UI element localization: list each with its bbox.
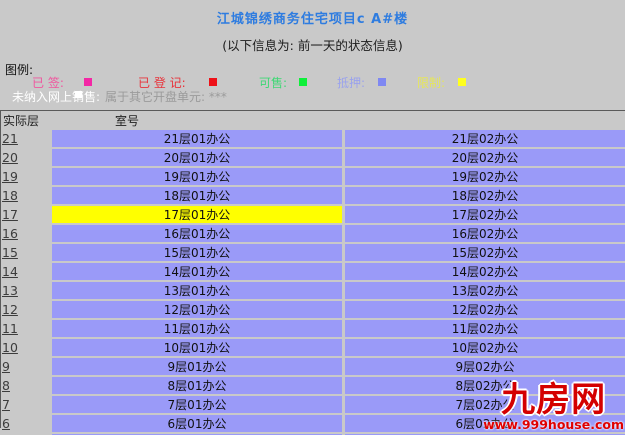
- table-row: 10 10层01办公10层02办公: [0, 337, 625, 356]
- table-top-border: [0, 110, 625, 111]
- floor-link[interactable]: 12: [2, 302, 18, 317]
- unit-cell[interactable]: 6层01办公: [52, 415, 342, 432]
- unit-cell[interactable]: 21层01办公: [52, 130, 342, 147]
- unit-cell[interactable]: 20层02办公: [345, 149, 625, 166]
- table-row: 19 19层01办公19层02办公: [0, 166, 625, 185]
- unit-cell[interactable]: 10层01办公: [52, 339, 342, 356]
- unit-cell[interactable]: 13层01办公: [52, 282, 342, 299]
- floor-cell: 8: [0, 377, 52, 394]
- table-row: 15 15层01办公15层02办公: [0, 242, 625, 261]
- unit-cell[interactable]: 18层01办公: [52, 187, 342, 204]
- unit-cell[interactable]: 11层02办公: [345, 320, 625, 337]
- watermark: 九房网 www.999house.com: [483, 384, 624, 432]
- floor-link[interactable]: 6: [2, 416, 10, 431]
- floor-cell: 6: [0, 415, 52, 432]
- unit-cell[interactable]: 15层02办公: [345, 244, 625, 261]
- table-row: 14 14层01办公14层02办公: [0, 261, 625, 280]
- unit-cell[interactable]: 17层01办公: [52, 206, 342, 223]
- floor-cell: 9: [0, 358, 52, 375]
- unit-cell[interactable]: 16层02办公: [345, 225, 625, 242]
- unit-cell[interactable]: 21层02办公: [345, 130, 625, 147]
- legend-label-other-batch: 属于其它开盘单元: ***: [105, 88, 227, 105]
- floor-link[interactable]: 15: [2, 245, 18, 260]
- floor-cell: 16: [0, 225, 52, 242]
- floor-cell: 7: [0, 396, 52, 413]
- legend-swatch-registered: [209, 78, 217, 86]
- table-row: 11 11层01办公11层02办公: [0, 318, 625, 337]
- site-url: www.999house.com: [483, 417, 624, 432]
- unit-cell[interactable]: 8层01办公: [52, 377, 342, 394]
- floor-cell: 15: [0, 244, 52, 261]
- unit-cell[interactable]: 12层01办公: [52, 301, 342, 318]
- legend-label-restricted: 限制:: [417, 74, 445, 91]
- legend-label-for-sale: 可售:: [259, 74, 287, 91]
- floor-link[interactable]: 8: [2, 378, 10, 393]
- unit-cell[interactable]: 20层01办公: [52, 149, 342, 166]
- legend-swatch-not-online: [75, 91, 82, 98]
- floor-cell: 18: [0, 187, 52, 204]
- page-title: 江城锦绣商务住宅项目c A#楼: [0, 8, 625, 27]
- legend-swatch-restricted: [458, 78, 466, 86]
- unit-cell[interactable]: 7层01办公: [52, 396, 342, 413]
- floor-cell: 19: [0, 168, 52, 185]
- floor-link[interactable]: 21: [2, 131, 18, 146]
- unit-cell[interactable]: 12层02办公: [345, 301, 625, 318]
- floor-cell: 14: [0, 263, 52, 280]
- floor-link[interactable]: 13: [2, 283, 18, 298]
- legend-label-not-online: 未纳入网上销售:: [12, 88, 100, 105]
- legend-swatch-for-sale: [299, 78, 307, 86]
- page: 江城锦绣商务住宅项目c A#楼 (以下信息为: 前一天的状态信息) 图例: 已 …: [0, 0, 625, 435]
- table-row: 9 9层01办公9层02办公: [0, 356, 625, 375]
- unit-cell[interactable]: 11层01办公: [52, 320, 342, 337]
- unit-cell[interactable]: 18层02办公: [345, 187, 625, 204]
- floor-cell: 10: [0, 339, 52, 356]
- table-row: 16 16层01办公16层02办公: [0, 223, 625, 242]
- site-logo: 九房网: [483, 384, 624, 416]
- floor-column-header: 实际层: [3, 112, 39, 129]
- floor-link[interactable]: 20: [2, 150, 18, 165]
- floor-link[interactable]: 16: [2, 226, 18, 241]
- table-row: 20 20层01办公20层02办公: [0, 147, 625, 166]
- floor-cell: 12: [0, 301, 52, 318]
- floor-link[interactable]: 7: [2, 397, 10, 412]
- floor-link[interactable]: 9: [2, 359, 10, 374]
- floor-cell: 13: [0, 282, 52, 299]
- unit-cell[interactable]: 10层02办公: [345, 339, 625, 356]
- table-row: 21 21层01办公21层02办公: [0, 128, 625, 147]
- table-row: 18 18层01办公18层02办公: [0, 185, 625, 204]
- floor-link[interactable]: 19: [2, 169, 18, 184]
- unit-cell[interactable]: 16层01办公: [52, 225, 342, 242]
- unit-cell[interactable]: 17层02办公: [345, 206, 625, 223]
- table-row: 17 17层01办公17层02办公: [0, 204, 625, 223]
- unit-cell[interactable]: 19层02办公: [345, 168, 625, 185]
- unit-cell[interactable]: 14层01办公: [52, 263, 342, 280]
- unit-cell[interactable]: 19层01办公: [52, 168, 342, 185]
- legend-swatch-mortgaged: [378, 78, 386, 86]
- floor-link[interactable]: 18: [2, 188, 18, 203]
- unit-cell[interactable]: 9层02办公: [345, 358, 625, 375]
- legend-label: 图例:: [5, 61, 33, 78]
- room-column-header: 室号: [115, 112, 139, 129]
- floor-cell: 11: [0, 320, 52, 337]
- table-row: 13 13层01办公13层02办公: [0, 280, 625, 299]
- unit-cell[interactable]: 14层02办公: [345, 263, 625, 280]
- unit-cell[interactable]: 15层01办公: [52, 244, 342, 261]
- floor-link[interactable]: 14: [2, 264, 18, 279]
- legend-swatch-signed: [84, 78, 92, 86]
- page-subtitle: (以下信息为: 前一天的状态信息): [0, 35, 625, 54]
- unit-cell[interactable]: 13层02办公: [345, 282, 625, 299]
- floor-link[interactable]: 11: [2, 321, 18, 336]
- unit-cell[interactable]: 9层01办公: [52, 358, 342, 375]
- legend-label-mortgaged: 抵押:: [337, 74, 365, 91]
- floor-link[interactable]: 10: [2, 340, 18, 355]
- floor-link[interactable]: 17: [2, 207, 18, 222]
- floor-cell: 21: [0, 130, 52, 147]
- floor-cell: 17: [0, 206, 52, 223]
- floor-cell: 20: [0, 149, 52, 166]
- table-row: 12 12层01办公12层02办公: [0, 299, 625, 318]
